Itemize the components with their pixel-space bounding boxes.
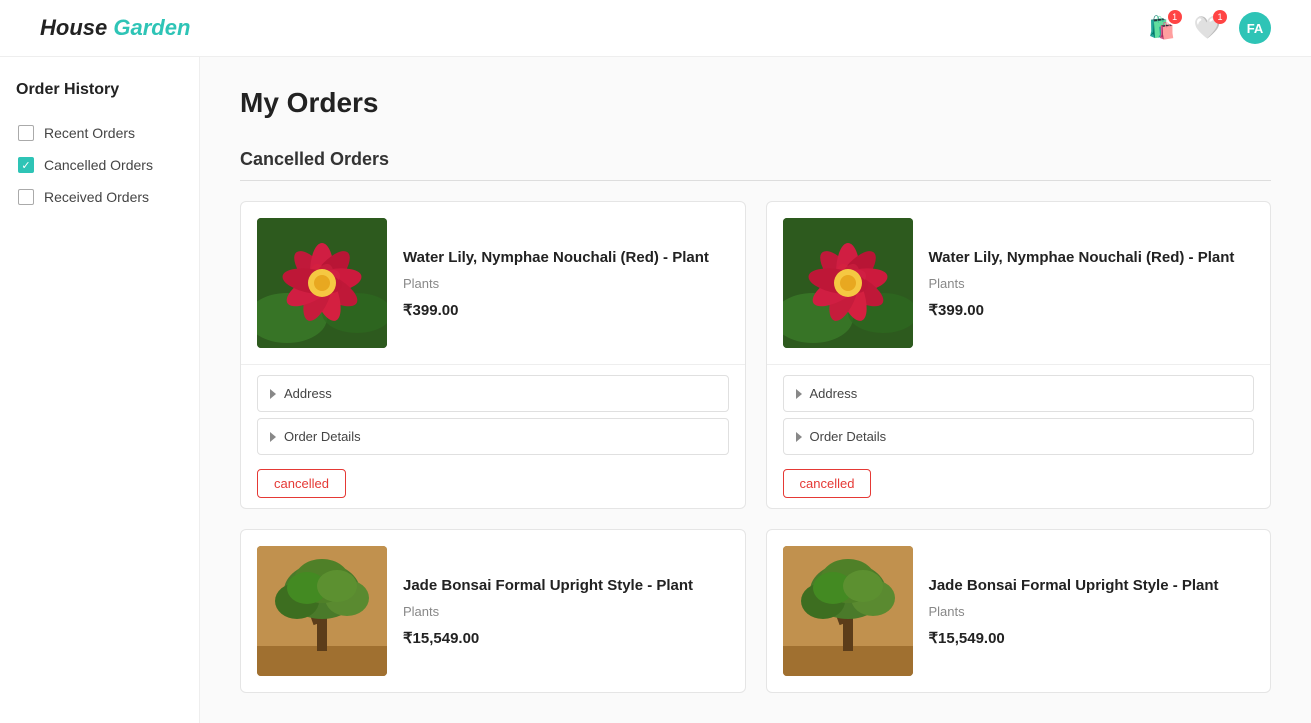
product-price-4: ₹15,549.00 bbox=[929, 629, 1255, 647]
cancelled-checkbox[interactable] bbox=[18, 157, 34, 173]
product-category-4: Plants bbox=[929, 604, 1255, 619]
product-category-3: Plants bbox=[403, 604, 729, 619]
order-card-4: Jade Bonsai Formal Upright Style - Plant… bbox=[766, 529, 1272, 693]
order-details-label-2: Order Details bbox=[810, 429, 887, 444]
product-row-4: Jade Bonsai Formal Upright Style - Plant… bbox=[767, 530, 1271, 692]
page-title: My Orders bbox=[240, 87, 1271, 119]
wishlist-badge: 1 bbox=[1213, 10, 1227, 24]
product-category-2: Plants bbox=[929, 276, 1255, 291]
cart-icon[interactable]: 🛍️ 1 bbox=[1148, 15, 1175, 41]
product-image-1 bbox=[257, 218, 387, 348]
recent-checkbox[interactable] bbox=[18, 125, 34, 141]
chevron-details-1 bbox=[270, 432, 276, 442]
product-name-3: Jade Bonsai Formal Upright Style - Plant bbox=[403, 575, 729, 596]
recent-label: Recent Orders bbox=[44, 125, 135, 141]
logo[interactable]: House Garden bbox=[40, 15, 190, 41]
product-info-4: Jade Bonsai Formal Upright Style - Plant… bbox=[929, 575, 1255, 647]
product-row-2: Water Lily, Nymphae Nouchali (Red) - Pla… bbox=[767, 202, 1271, 364]
product-info-1: Water Lily, Nymphae Nouchali (Red) - Pla… bbox=[403, 247, 729, 319]
sidebar-item-received[interactable]: Received Orders bbox=[16, 183, 183, 211]
wishlist-icon[interactable]: 🤍 1 bbox=[1194, 15, 1221, 41]
product-name-1: Water Lily, Nymphae Nouchali (Red) - Pla… bbox=[403, 247, 729, 268]
address-row-1[interactable]: Address bbox=[257, 375, 729, 412]
product-row-1: Water Lily, Nymphae Nouchali (Red) - Pla… bbox=[241, 202, 745, 364]
address-label-1: Address bbox=[284, 386, 332, 401]
order-card-1: Water Lily, Nymphae Nouchali (Red) - Pla… bbox=[240, 201, 746, 509]
product-row-3: Jade Bonsai Formal Upright Style - Plant… bbox=[241, 530, 745, 692]
page-layout: Order History Recent Orders Cancelled Or… bbox=[0, 57, 1311, 723]
header-icons: 🛍️ 1 🤍 1 FA bbox=[1148, 12, 1271, 44]
header: House Garden 🛍️ 1 🤍 1 FA bbox=[0, 0, 1311, 57]
received-label: Received Orders bbox=[44, 189, 149, 205]
product-price-1: ₹399.00 bbox=[403, 301, 729, 319]
product-price-3: ₹15,549.00 bbox=[403, 629, 729, 647]
order-actions-1: Address Order Details cancelled bbox=[241, 364, 745, 508]
cancelled-button-1[interactable]: cancelled bbox=[257, 469, 346, 498]
product-info-3: Jade Bonsai Formal Upright Style - Plant… bbox=[403, 575, 729, 647]
logo-garden: Garden bbox=[113, 15, 190, 40]
chevron-details-2 bbox=[796, 432, 802, 442]
address-row-2[interactable]: Address bbox=[783, 375, 1255, 412]
received-checkbox[interactable] bbox=[18, 189, 34, 205]
chevron-address-2 bbox=[796, 389, 802, 399]
sidebar-item-cancelled[interactable]: Cancelled Orders bbox=[16, 151, 183, 179]
order-details-row-2[interactable]: Order Details bbox=[783, 418, 1255, 455]
logo-house: House bbox=[40, 15, 107, 40]
section-title: Cancelled Orders bbox=[240, 149, 1271, 181]
sidebar: Order History Recent Orders Cancelled Or… bbox=[0, 57, 200, 723]
product-name-4: Jade Bonsai Formal Upright Style - Plant bbox=[929, 575, 1255, 596]
cancelled-label: Cancelled Orders bbox=[44, 157, 153, 173]
product-price-2: ₹399.00 bbox=[929, 301, 1255, 319]
cancelled-button-2[interactable]: cancelled bbox=[783, 469, 872, 498]
order-details-label-1: Order Details bbox=[284, 429, 361, 444]
order-actions-2: Address Order Details cancelled bbox=[767, 364, 1271, 508]
product-image-3 bbox=[257, 546, 387, 676]
product-name-2: Water Lily, Nymphae Nouchali (Red) - Pla… bbox=[929, 247, 1255, 268]
product-image-4 bbox=[783, 546, 913, 676]
order-card-3: Jade Bonsai Formal Upright Style - Plant… bbox=[240, 529, 746, 693]
product-category-1: Plants bbox=[403, 276, 729, 291]
order-details-row-1[interactable]: Order Details bbox=[257, 418, 729, 455]
product-image-2 bbox=[783, 218, 913, 348]
cart-badge: 1 bbox=[1168, 10, 1182, 24]
order-card-2: Water Lily, Nymphae Nouchali (Red) - Pla… bbox=[766, 201, 1272, 509]
sidebar-title: Order History bbox=[16, 81, 183, 99]
main-content: My Orders Cancelled Orders bbox=[200, 57, 1311, 723]
user-avatar[interactable]: FA bbox=[1239, 12, 1271, 44]
orders-grid: Water Lily, Nymphae Nouchali (Red) - Pla… bbox=[240, 201, 1271, 693]
address-label-2: Address bbox=[810, 386, 858, 401]
chevron-address-1 bbox=[270, 389, 276, 399]
sidebar-item-recent[interactable]: Recent Orders bbox=[16, 119, 183, 147]
product-info-2: Water Lily, Nymphae Nouchali (Red) - Pla… bbox=[929, 247, 1255, 319]
